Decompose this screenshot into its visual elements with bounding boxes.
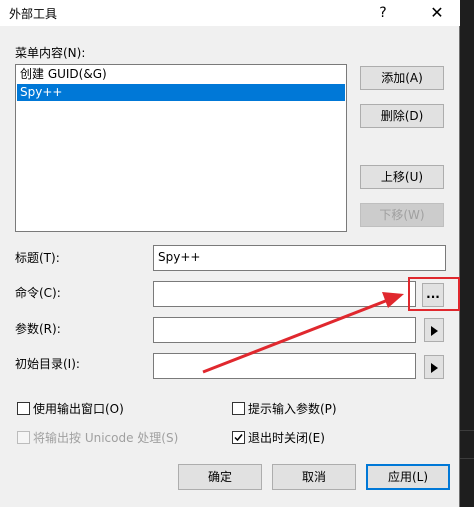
annotation-arrow-icon <box>202 292 404 374</box>
